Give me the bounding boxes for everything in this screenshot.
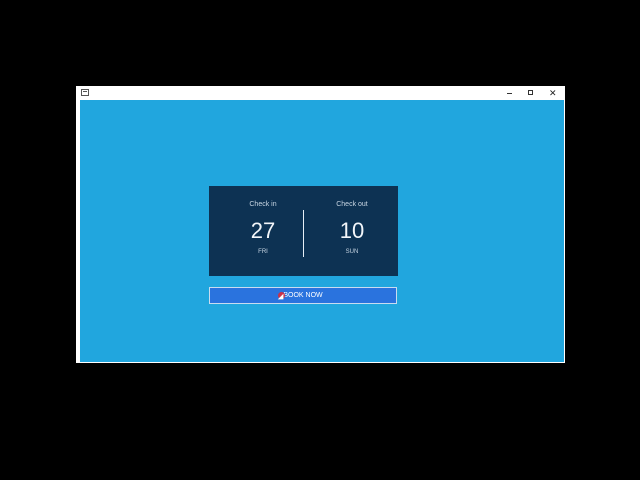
close-button[interactable]: ✕ (542, 86, 564, 100)
check-in-label: Check in (249, 201, 277, 208)
check-out-weekday: SUN (345, 249, 359, 255)
check-in-day: 27 (250, 218, 276, 243)
check-in-weekday: FRI (258, 249, 268, 255)
minimize-button[interactable] (499, 86, 521, 100)
check-in-panel[interactable]: Check in 27 FRI (216, 186, 310, 276)
check-out-day: 10 (339, 218, 365, 243)
close-icon: ✕ (549, 88, 557, 98)
main-content: Check in 27 FRI Check out 10 SUN BOOK NO… (80, 100, 564, 362)
app-icon (81, 89, 89, 96)
date-divider (303, 210, 304, 257)
check-out-label: Check out (336, 201, 368, 208)
check-out-panel[interactable]: Check out 10 SUN (305, 186, 399, 276)
app-window: ✕ Check in 27 FRI Check out 10 SUN BOOK … (76, 86, 565, 363)
maximize-button[interactable] (520, 86, 542, 100)
book-now-button[interactable]: BOOK NOW (209, 287, 397, 304)
maximize-icon (528, 90, 533, 95)
title-bar[interactable]: ✕ (76, 86, 565, 100)
minimize-icon (507, 93, 512, 94)
date-card: Check in 27 FRI Check out 10 SUN (209, 186, 398, 276)
